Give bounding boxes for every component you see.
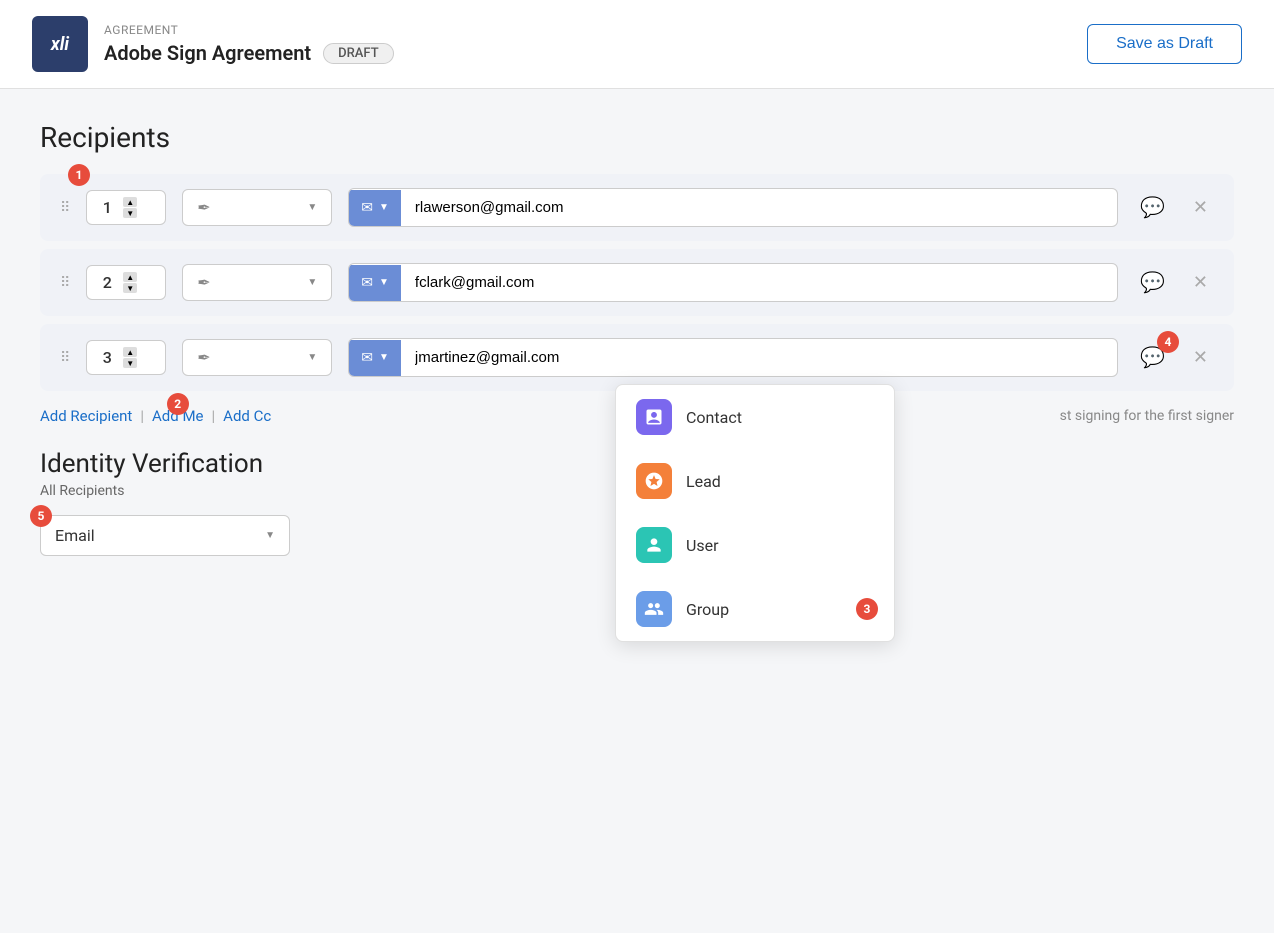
email-input-2[interactable]: [401, 264, 1117, 301]
chevron-down-icon-1: ▼: [307, 202, 317, 213]
spin-down-1[interactable]: ▼: [123, 208, 137, 218]
recipients-title: Recipients: [40, 121, 1234, 154]
header-left: xli AGREEMENT Adobe Sign Agreement DRAFT: [32, 16, 394, 72]
spin-buttons-3: ▲ ▼: [123, 347, 137, 368]
pen-icon-1: ✒: [197, 198, 210, 217]
comment-button-2[interactable]: 💬: [1134, 264, 1171, 301]
email-type-toggle-2[interactable]: ✉ ▼: [349, 265, 401, 301]
email-field-1: ✉ ▼: [348, 188, 1118, 227]
email-type-toggle-3[interactable]: ✉ ▼: [349, 340, 401, 376]
add-me-wrapper: Add Me 2: [152, 407, 203, 425]
add-cc-link[interactable]: Add Cc: [223, 407, 271, 425]
recipient-type-dropdown: Contact Lead User Group 3: [615, 384, 895, 642]
agreement-title: Adobe Sign Agreement: [104, 41, 311, 65]
spin-buttons-1: ▲ ▼: [123, 197, 137, 218]
number-field-1: 1 ▲ ▼: [86, 190, 166, 225]
dropdown-label-lead: Lead: [686, 472, 721, 491]
dropdown-label-group: Group: [686, 600, 729, 619]
role-select-2[interactable]: ✒ ▼: [182, 264, 332, 301]
email-chevron-1: ▼: [379, 202, 389, 213]
page-header: xli AGREEMENT Adobe Sign Agreement DRAFT…: [0, 0, 1274, 89]
remove-button-3[interactable]: ✕: [1187, 341, 1214, 374]
logo-text: xli: [51, 34, 69, 55]
separator-1: |: [140, 407, 144, 425]
save-draft-button[interactable]: Save as Draft: [1087, 24, 1242, 64]
main-content: Recipients 1 ⠿ 1 ▲ ▼ ✒ ▼ ✉ ▼ 💬 ✕: [0, 89, 1274, 588]
drag-handle-1[interactable]: ⠿: [60, 200, 70, 216]
add-recipient-link[interactable]: Add Recipient: [40, 407, 132, 425]
app-logo: xli: [32, 16, 88, 72]
email-chevron-2: ▼: [379, 277, 389, 288]
dropdown-label-user: User: [686, 536, 719, 555]
header-title-row: Adobe Sign Agreement DRAFT: [104, 41, 394, 65]
spin-down-3[interactable]: ▼: [123, 358, 137, 368]
recipient-row-3: ⠿ 3 ▲ ▼ ✒ ▼ ✉ ▼ 💬: [40, 324, 1234, 391]
dropdown-item-lead[interactable]: Lead: [616, 449, 894, 513]
dropdown-item-contact[interactable]: Contact: [616, 385, 894, 449]
email-input-1[interactable]: [401, 189, 1117, 226]
role-select-3[interactable]: ✒ ▼: [182, 339, 332, 376]
badge-1: 1: [68, 164, 90, 186]
number-field-3: 3 ▲ ▼: [86, 340, 166, 375]
badge-3: 3: [856, 598, 878, 620]
spin-down-2[interactable]: ▼: [123, 283, 137, 293]
remove-button-1[interactable]: ✕: [1187, 191, 1214, 224]
email-verify-chevron-icon: ▼: [265, 530, 275, 541]
contact-icon: [636, 399, 672, 435]
comment-btn-wrapper-3: 💬 4: [1134, 339, 1171, 376]
lead-icon: [636, 463, 672, 499]
email-verify-wrapper: 5 Email ▼: [40, 515, 290, 556]
user-icon: [636, 527, 672, 563]
badge-5: 5: [30, 505, 52, 527]
draft-badge: DRAFT: [323, 43, 394, 64]
spin-up-3[interactable]: ▲: [123, 347, 137, 357]
chevron-down-icon-3: ▼: [307, 352, 317, 363]
spin-up-1[interactable]: ▲: [123, 197, 137, 207]
email-envelope-icon-2: ✉: [361, 275, 373, 291]
dropdown-item-user[interactable]: User: [616, 513, 894, 577]
email-verify-label: Email: [55, 526, 95, 545]
recipient-row-2-wrapper: ⠿ 2 ▲ ▼ ✒ ▼ ✉ ▼ 💬 ✕: [40, 249, 1234, 316]
separator-2: |: [212, 407, 216, 425]
email-field-2: ✉ ▼: [348, 263, 1118, 302]
drag-handle-2[interactable]: ⠿: [60, 275, 70, 291]
email-input-3[interactable]: [401, 339, 1117, 376]
email-field-3: ✉ ▼: [348, 338, 1118, 377]
group-icon: [636, 591, 672, 627]
dropdown-item-group[interactable]: Group 3: [616, 577, 894, 641]
dropdown-label-contact: Contact: [686, 408, 742, 427]
row-number-1: 1: [97, 198, 117, 217]
recipient-row-1: 1 ⠿ 1 ▲ ▼ ✒ ▼ ✉ ▼ 💬 ✕: [40, 174, 1234, 241]
email-type-toggle-1[interactable]: ✉ ▼: [349, 190, 401, 226]
pen-icon-2: ✒: [197, 273, 210, 292]
role-select-1[interactable]: ✒ ▼: [182, 189, 332, 226]
spin-up-2[interactable]: ▲: [123, 272, 137, 282]
email-chevron-3: ▼: [379, 352, 389, 363]
remove-button-2[interactable]: ✕: [1187, 266, 1214, 299]
recipient-row-3-wrapper: ⠿ 3 ▲ ▼ ✒ ▼ ✉ ▼ 💬: [40, 324, 1234, 391]
comment-button-1[interactable]: 💬: [1134, 189, 1171, 226]
badge-4: 4: [1157, 331, 1179, 353]
row-number-2: 2: [97, 273, 117, 292]
chevron-down-icon-2: ▼: [307, 277, 317, 288]
recipient-row-2: ⠿ 2 ▲ ▼ ✒ ▼ ✉ ▼ 💬 ✕: [40, 249, 1234, 316]
email-envelope-icon-3: ✉: [361, 350, 373, 366]
number-field-2: 2 ▲ ▼: [86, 265, 166, 300]
spin-buttons-2: ▲ ▼: [123, 272, 137, 293]
header-label: AGREEMENT: [104, 23, 394, 37]
drag-handle-3[interactable]: ⠿: [60, 350, 70, 366]
signing-note: st signing for the first signer: [1060, 408, 1234, 424]
badge-2: 2: [167, 393, 189, 415]
email-verify-select[interactable]: Email ▼: [40, 515, 290, 556]
email-envelope-icon-1: ✉: [361, 200, 373, 216]
header-title-area: AGREEMENT Adobe Sign Agreement DRAFT: [104, 23, 394, 65]
row-number-3: 3: [97, 348, 117, 367]
pen-icon-3: ✒: [197, 348, 210, 367]
